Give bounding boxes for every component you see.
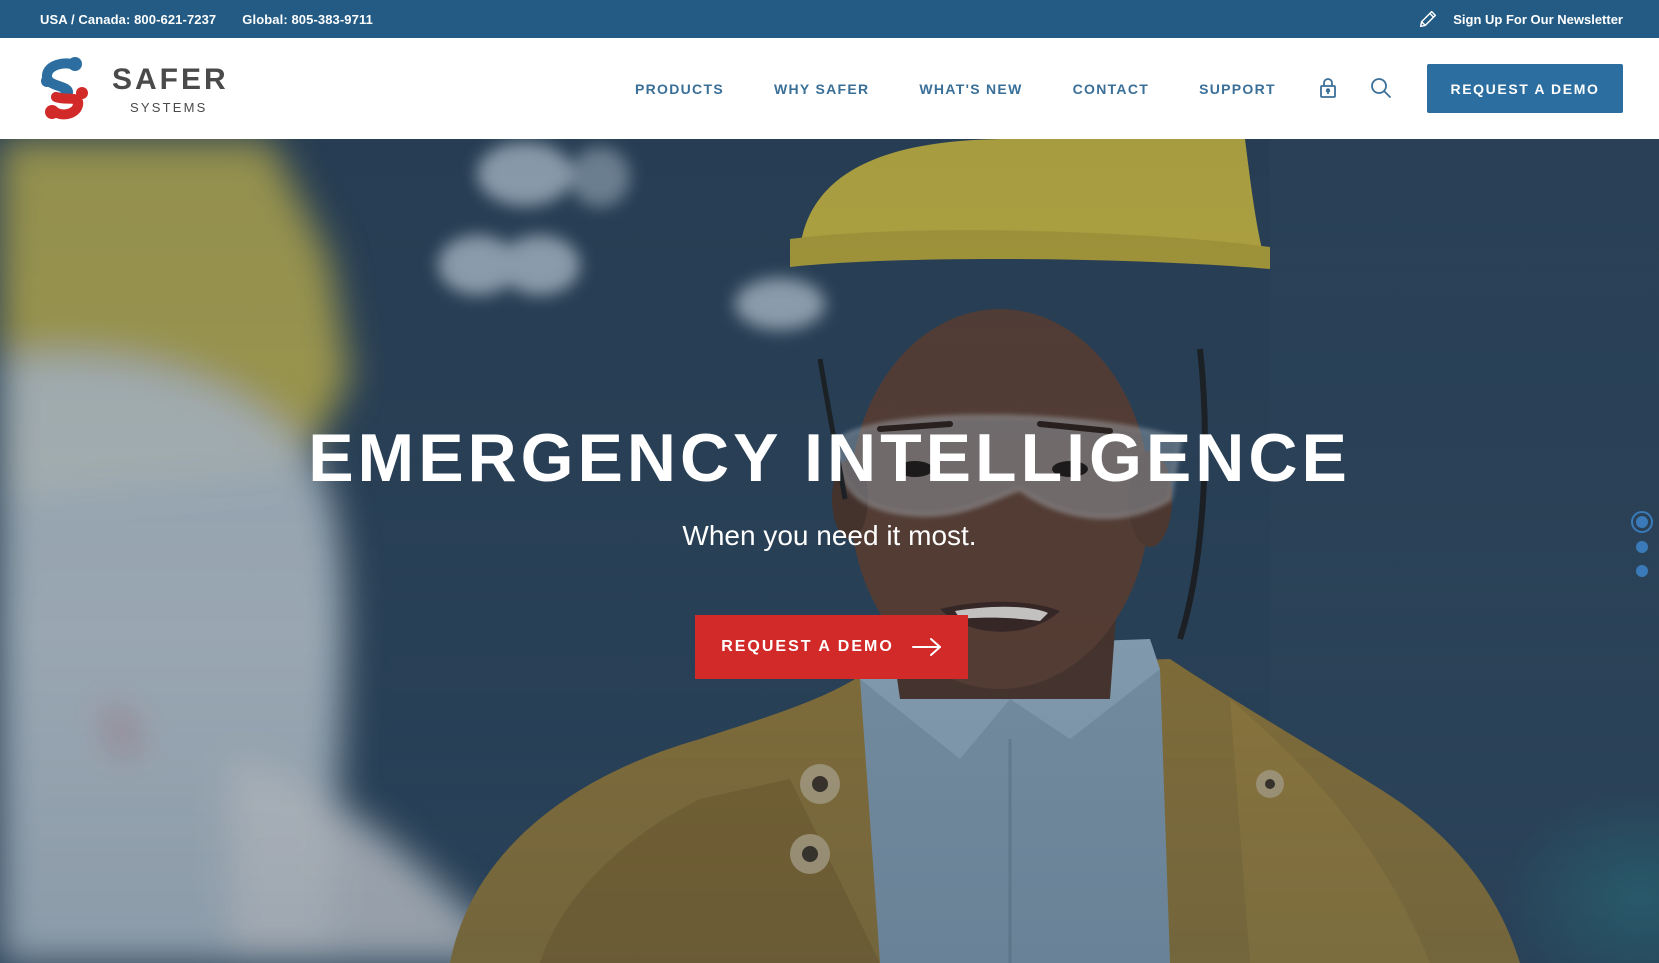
utility-phones: USA / Canada: 800-621-7237 Global: 805-3… (40, 0, 373, 38)
nav-support[interactable]: SUPPORT (1174, 81, 1301, 97)
safer-systems-logo[interactable]: SAFER SYSTEMS (38, 55, 226, 121)
main-nav: PRODUCTS WHY SAFER WHAT'S NEW CONTACT SU… (610, 38, 1301, 139)
pencil-icon (1420, 10, 1437, 28)
nav-products[interactable]: PRODUCTS (610, 81, 749, 97)
slider-dot-1[interactable] (1631, 511, 1653, 533)
utility-bar: USA / Canada: 800-621-7237 Global: 805-3… (0, 0, 1659, 38)
slider-dot-3[interactable] (1636, 565, 1648, 577)
search-button[interactable] (1367, 73, 1395, 103)
site-header: SAFER SYSTEMS PRODUCTS WHY SAFER WHAT'S … (0, 38, 1659, 139)
lock-icon (1320, 78, 1336, 98)
login-button[interactable] (1314, 73, 1342, 103)
newsletter-link[interactable]: Sign Up For Our Newsletter (1417, 0, 1623, 38)
logo-word-safer: SAFER (112, 63, 229, 96)
nav-why-safer[interactable]: WHY SAFER (749, 81, 894, 97)
hero-subtitle: When you need it most. (682, 520, 977, 551)
hero-banner: EMERGENCY INTELLIGENCE When you need it … (0, 139, 1659, 963)
slider-dot-2[interactable] (1636, 541, 1648, 553)
newsletter-label: Sign Up For Our Newsletter (1453, 11, 1623, 27)
hero-title: EMERGENCY INTELLIGENCE (308, 420, 1351, 496)
phone-global[interactable]: Global: 805-383-9711 (242, 12, 373, 27)
hero-cta-label: REQUEST A DEMO (721, 638, 894, 655)
search-icon (1371, 78, 1391, 98)
request-demo-hero-button[interactable]: REQUEST A DEMO (695, 615, 968, 679)
logo-word-systems: SYSTEMS (130, 100, 208, 115)
nav-contact[interactable]: CONTACT (1048, 81, 1175, 97)
logo-mark-icon (41, 57, 88, 120)
request-demo-header-button[interactable]: REQUEST A DEMO (1427, 64, 1623, 113)
phone-usa[interactable]: USA / Canada: 800-621-7237 (40, 12, 216, 27)
nav-whats-new[interactable]: WHAT'S NEW (894, 81, 1047, 97)
arrow-right-icon (911, 638, 941, 656)
